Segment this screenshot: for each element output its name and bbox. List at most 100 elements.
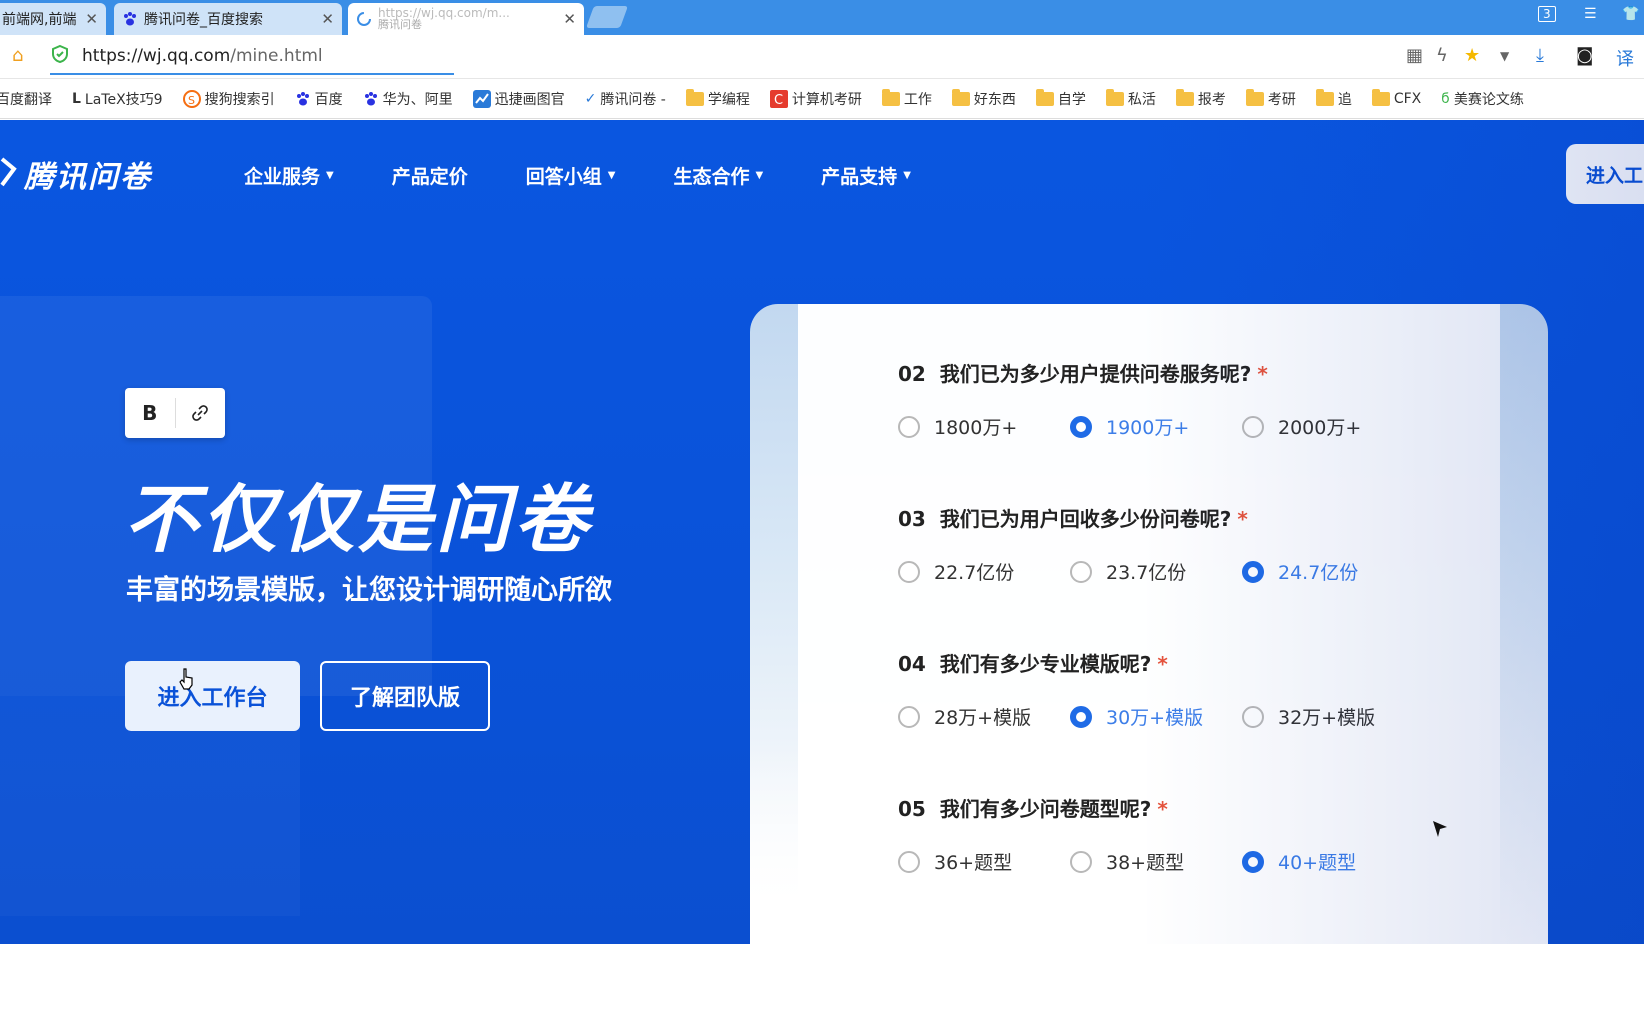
download-icon[interactable]: ⤓ (1536, 45, 1544, 66)
folder-icon (1315, 88, 1334, 106)
new-tab-button[interactable] (585, 6, 629, 28)
bookmark-item[interactable]: 百度 (295, 89, 343, 109)
nav-answer-group[interactable]: 回答小组 ▼ (526, 162, 616, 189)
radio-option[interactable]: 2000万+ (1242, 413, 1361, 440)
bookmark-folder[interactable]: 私活 (1105, 88, 1156, 109)
qr-code-icon[interactable]: ▦ (1406, 45, 1423, 66)
bookmark-item[interactable]: ✓ 腾讯问卷 - (585, 89, 666, 109)
question-text: 我们有多少问卷题型呢? (939, 797, 1152, 821)
close-icon[interactable]: ✕ (85, 10, 98, 28)
bookmark-folder[interactable]: 自学 (1035, 88, 1086, 109)
url-field[interactable]: https://wj.qq.com/mine.html (50, 39, 454, 75)
question-02: 02 我们已为多少用户提供问卷服务呢? * 1800万+ 1900万+ 2000万… (898, 358, 1361, 439)
bookmark-item[interactable]: 迅捷画图官 (472, 89, 565, 109)
bold-button[interactable]: B (125, 388, 175, 438)
option-label: 23.7亿份 (1106, 562, 1187, 584)
bookmark-label: LaTeX技巧9 (84, 91, 163, 108)
close-icon[interactable]: ✕ (321, 10, 334, 28)
star-icon[interactable]: ★ (1464, 45, 1480, 66)
radio-button[interactable] (1242, 415, 1264, 438)
radio-option-selected[interactable]: 40+题型 (1242, 848, 1356, 875)
svg-text:C: C (774, 93, 783, 108)
translate-icon[interactable]: 译 (1616, 45, 1634, 71)
question-title: 05 我们有多少问卷题型呢? * (898, 793, 1168, 822)
bookmark-label: 搜狗搜索引 (204, 91, 275, 108)
baidu-paw-icon (363, 91, 379, 107)
nav-enterprise[interactable]: 企业服务 ▼ (244, 162, 334, 189)
hero-subtitle: 丰富的场景模版，让您设计调研随心所欲 (126, 575, 612, 606)
enter-workspace-button[interactable]: 进入工作台 (125, 661, 300, 731)
bookmark-folder[interactable]: 追 (1315, 88, 1352, 109)
tab-title: 腾讯问卷_百度搜索 (144, 12, 263, 28)
tab-qianduan[interactable]: 前端网,前端资 ✕ (0, 3, 106, 35)
required-mark: * (1157, 797, 1168, 821)
bookmark-folder[interactable]: 报考 (1175, 88, 1226, 109)
radio-button[interactable] (898, 850, 920, 873)
radio-option[interactable]: 23.7亿份 (1070, 558, 1186, 585)
radio-button[interactable] (1242, 850, 1264, 873)
bookmark-item[interactable]: C 计算机考研 (769, 89, 862, 109)
incognito-icon[interactable]: ◙ (1576, 45, 1593, 66)
url-host: https://wj.qq.com (82, 46, 231, 66)
radio-button[interactable] (898, 705, 920, 728)
bookmark-item[interactable]: L LaTeX技巧9 (72, 89, 163, 109)
radio-button[interactable] (1070, 560, 1092, 583)
bookmark-folder[interactable]: 好东西 (951, 88, 1016, 109)
option-label: 1800万+ (934, 417, 1018, 439)
bookmark-folder[interactable]: 考研 (1245, 88, 1296, 109)
home-icon[interactable]: ⌂ (12, 45, 23, 66)
radio-option-selected[interactable]: 1900万+ (1070, 413, 1189, 440)
radio-button[interactable] (898, 415, 920, 438)
radio-option-selected[interactable]: 30万+模版 (1070, 703, 1203, 730)
lightning-icon[interactable]: ϟ (1436, 45, 1448, 66)
tab-tencent-wj[interactable]: https://wj.qq.com/m... 腾讯问卷 ✕ (348, 3, 584, 35)
radio-option[interactable]: 32万+模版 (1242, 703, 1375, 730)
folder-icon (1035, 88, 1054, 106)
tab-count-badge[interactable]: 3 (1538, 6, 1556, 22)
nav-support[interactable]: 产品支持 ▼ (821, 162, 911, 189)
nav-ecosystem[interactable]: 生态合作 ▼ (673, 162, 763, 189)
radio-button[interactable] (1070, 850, 1092, 873)
bookmark-folder[interactable]: 工作 (881, 88, 932, 109)
question-title: 03 我们已为用户回收多少份问卷呢? * (898, 503, 1248, 532)
bookmark-item[interactable]: 华为、阿里 (363, 89, 453, 109)
shirt-icon[interactable]: 👕 (1622, 6, 1639, 22)
bookmark-folder[interactable]: CFX (1371, 88, 1421, 107)
enter-workspace-top-button[interactable]: 进入工 (1566, 144, 1644, 204)
radio-button[interactable] (1070, 705, 1092, 728)
close-icon[interactable]: ✕ (563, 10, 576, 28)
bookmark-label: 百度翻译 (0, 91, 52, 108)
url-text: https://wj.qq.com/mine.html (82, 46, 323, 66)
link-icon[interactable] (175, 388, 225, 438)
tab-baidu-search[interactable]: 腾讯问卷_百度搜索 ✕ (114, 3, 342, 35)
chevron-down-icon[interactable]: ▼ (1500, 49, 1509, 63)
bookmark-item[interactable]: ϭ 美赛论文练 (1441, 89, 1524, 109)
nav-label: 生态合作 (673, 166, 750, 188)
folder-icon (685, 88, 704, 106)
nav-pricing[interactable]: 产品定价 (392, 162, 468, 189)
bookmark-item[interactable]: S 搜狗搜索引 (182, 89, 275, 109)
site-logo[interactable]: 腾讯问卷 (0, 152, 152, 196)
bookmark-item[interactable]: 百度翻译 (0, 89, 52, 109)
learn-team-edition-button[interactable]: 了解团队版 (320, 661, 490, 731)
bookmark-label: 美赛论文练 (1453, 91, 1524, 108)
radio-option[interactable]: 22.7亿份 (898, 558, 1014, 585)
bookmark-label: 学编程 (707, 91, 750, 108)
radio-button[interactable] (1242, 560, 1264, 583)
page-content: 腾讯问卷 企业服务 ▼ 产品定价 回答小组 ▼ 生态合作 ▼ 产品支持 ▼ 进入工 B … (0, 120, 1644, 944)
bookmark-folder[interactable]: 学编程 (685, 88, 750, 109)
check-icon: ✓ (584, 90, 597, 107)
menu-icon[interactable]: ☰ (1584, 6, 1597, 22)
question-number: 05 (898, 797, 926, 821)
radio-option[interactable]: 28万+模版 (898, 703, 1031, 730)
required-mark: * (1157, 652, 1168, 676)
radio-option[interactable]: 38+题型 (1070, 848, 1184, 875)
nav-label: 产品支持 (821, 166, 898, 188)
bookmark-label: 工作 (903, 91, 932, 108)
radio-option-selected[interactable]: 24.7亿份 (1242, 558, 1358, 585)
radio-option[interactable]: 1800万+ (898, 413, 1017, 440)
radio-button[interactable] (898, 560, 920, 583)
radio-option[interactable]: 36+题型 (898, 848, 1012, 875)
radio-button[interactable] (1070, 415, 1092, 438)
radio-button[interactable] (1242, 705, 1264, 728)
